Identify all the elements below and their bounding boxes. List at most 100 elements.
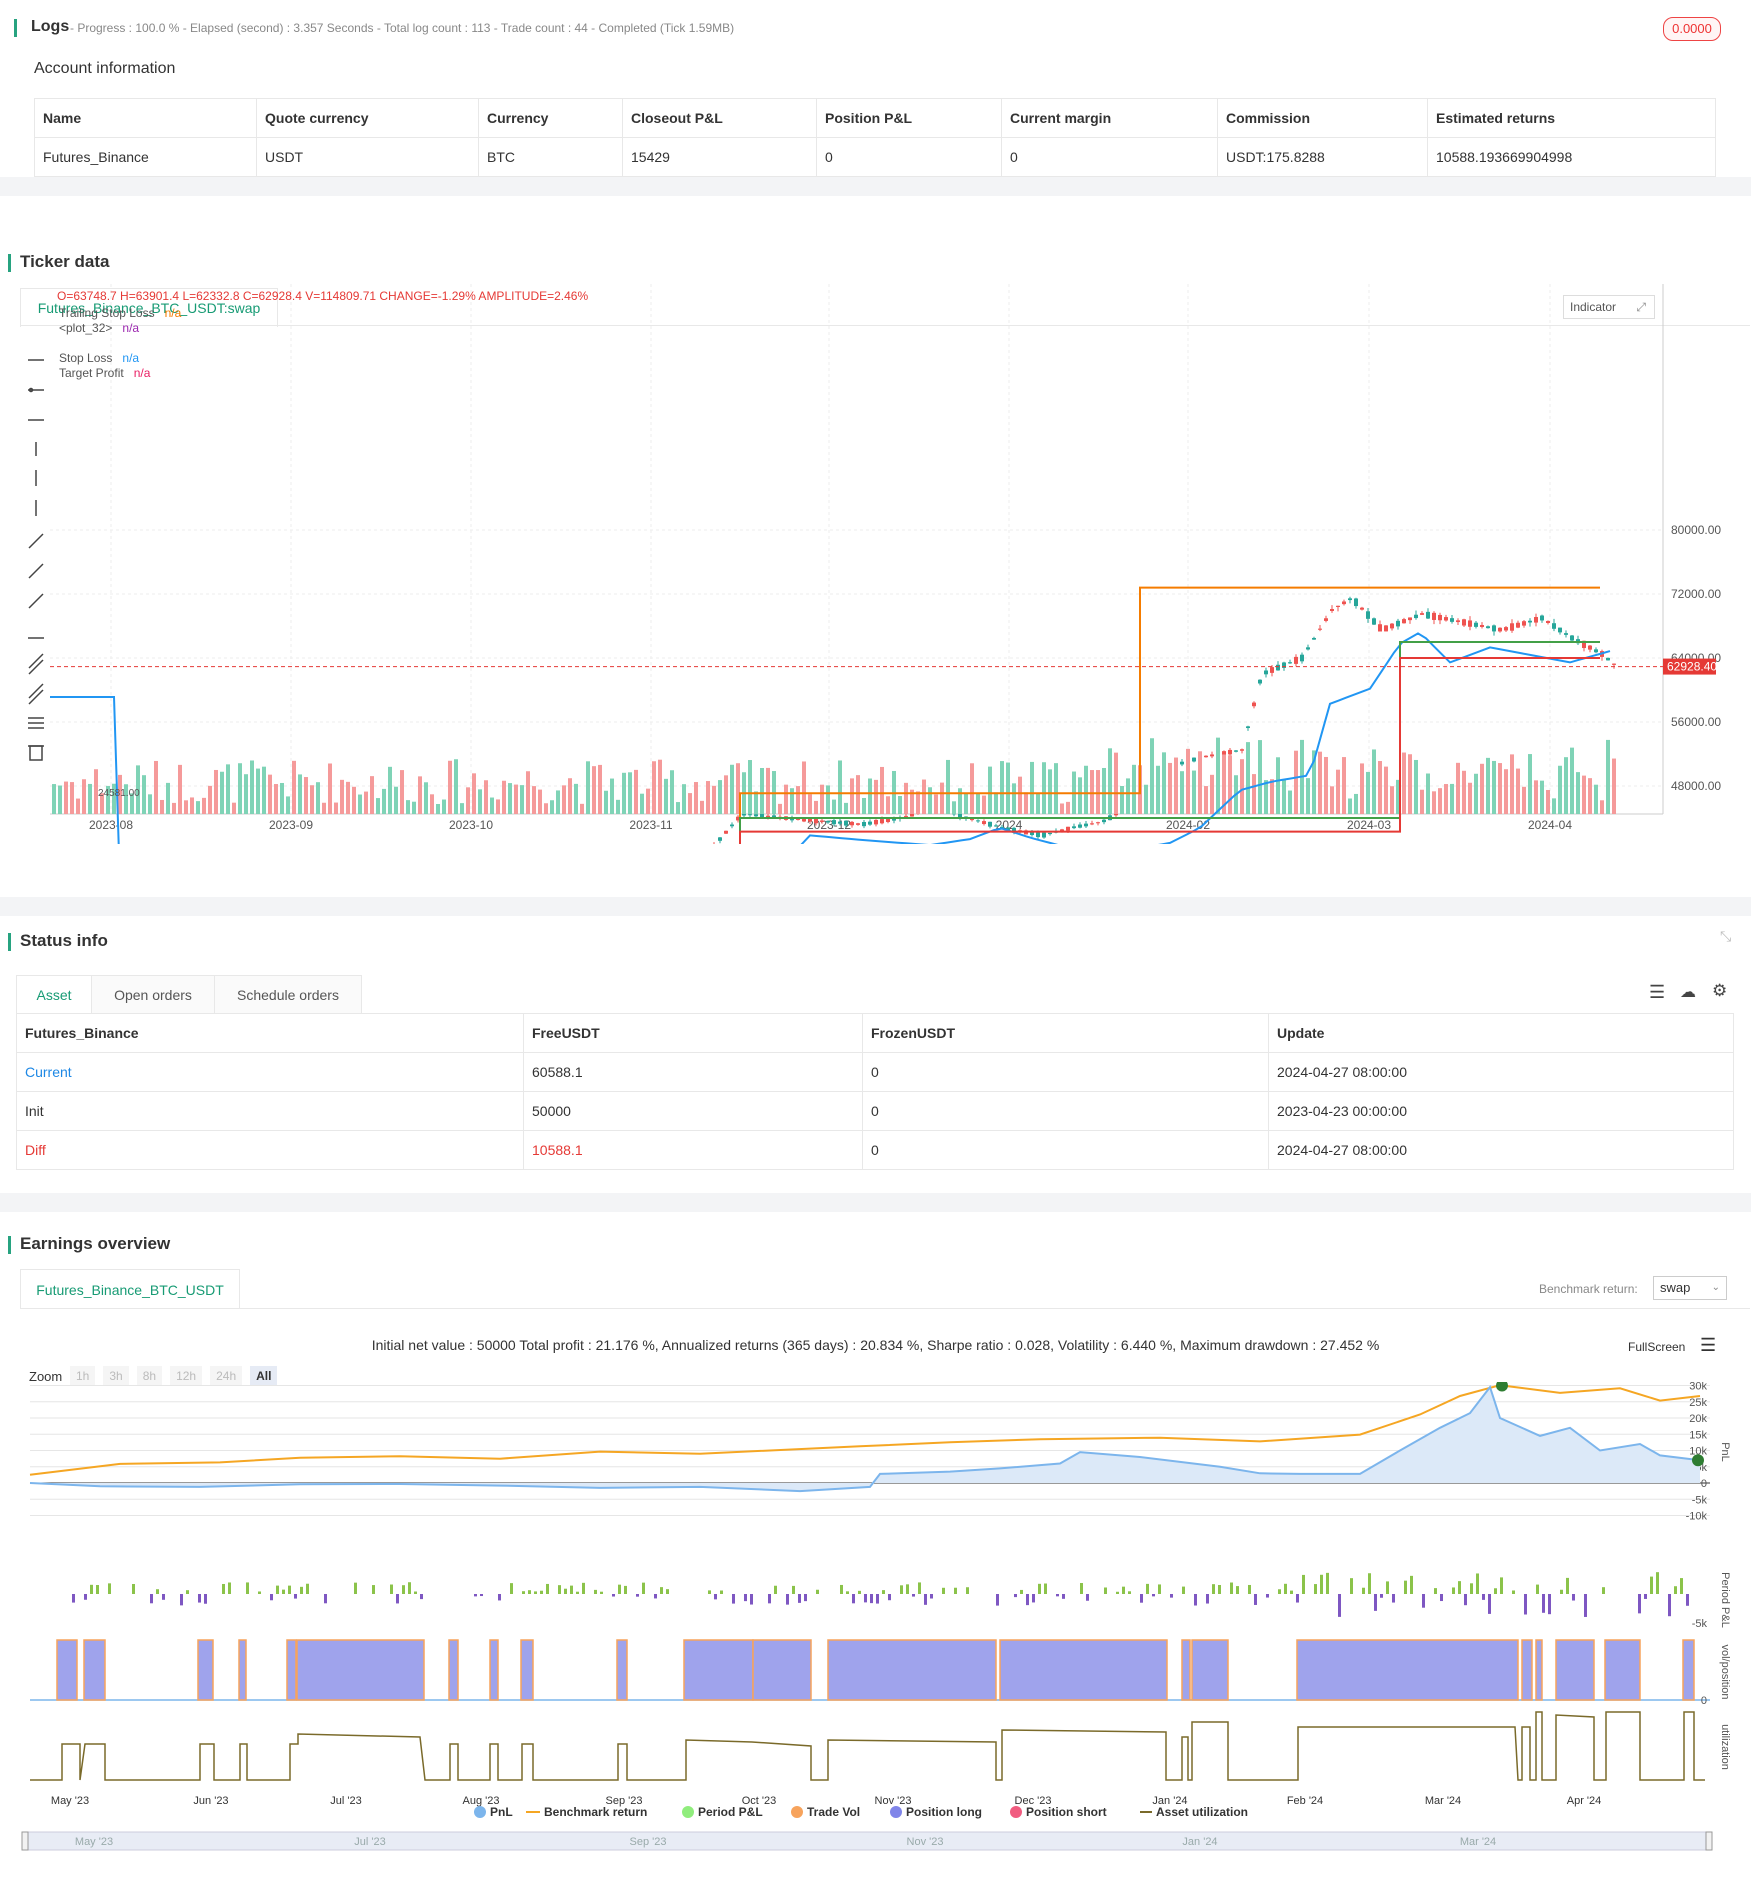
- period-bar: [798, 1594, 801, 1603]
- volume-bar: [778, 803, 782, 814]
- candle-body: [1498, 627, 1502, 632]
- period-bar: [222, 1583, 225, 1594]
- volume-bar: [928, 787, 932, 814]
- period-bar: [1194, 1594, 1197, 1606]
- period-bar: [1212, 1584, 1215, 1594]
- earnings-chart[interactable]: 35k30k25k20k15k10k5k0-5k-10k-5k0PnLPerio…: [0, 1382, 1751, 1891]
- candlestick-chart[interactable]: 80000.0072000.0064000.0056000.0048000.00…: [0, 284, 1751, 844]
- candle-body: [1540, 615, 1544, 621]
- volume-bar: [1534, 780, 1538, 814]
- period-bar: [1374, 1594, 1377, 1611]
- candle-body: [1336, 605, 1340, 608]
- volume-bar: [1120, 785, 1124, 814]
- chevron-down-icon: ⌄: [1711, 1282, 1720, 1293]
- period-bar: [1014, 1594, 1017, 1598]
- period-bar: [402, 1585, 405, 1594]
- volume-bar: [1498, 763, 1502, 814]
- period-bar: [204, 1594, 207, 1604]
- utilization-line: [30, 1711, 1705, 1781]
- volume-bar: [514, 784, 518, 814]
- tab-asset[interactable]: Asset: [16, 975, 92, 1014]
- volume-bar: [178, 764, 182, 814]
- volume-bar: [1174, 757, 1178, 814]
- volume-bar: [526, 771, 530, 814]
- period-bar: [414, 1591, 417, 1594]
- period-bar: [1560, 1589, 1563, 1594]
- volume-bar: [1276, 757, 1280, 814]
- period-bar: [156, 1589, 159, 1594]
- candle-body: [1528, 620, 1532, 623]
- pnl-tick-label: -10k: [1686, 1511, 1708, 1523]
- cloud-download-icon[interactable]: ☁: [1680, 982, 1696, 1002]
- tab-earnings-symbol[interactable]: Futures_Binance_BTC_USDT: [20, 1269, 240, 1309]
- period-bar: [1548, 1594, 1551, 1615]
- volume-bar: [1090, 770, 1094, 814]
- period-bar: [612, 1594, 615, 1597]
- volume-bar: [586, 761, 590, 814]
- legend-item: Asset utilization: [1156, 1805, 1248, 1819]
- menu-icon[interactable]: ☰: [1700, 1335, 1716, 1356]
- indicator-button[interactable]: Indicator ⤢: [1563, 295, 1655, 319]
- candle-body: [1270, 667, 1274, 673]
- period-bar: [708, 1590, 711, 1594]
- volume-bar: [478, 789, 482, 814]
- legend-trailing-stop: Trailing Stop Loss n/a: [59, 306, 182, 320]
- candle-body: [1480, 625, 1484, 627]
- period-bar: [1656, 1572, 1659, 1594]
- period-bar: [1494, 1588, 1497, 1594]
- period-bar: [966, 1587, 969, 1594]
- benchmark-select[interactable]: swap ⌄: [1653, 1276, 1727, 1300]
- asset-header: FreeUSDT: [523, 1013, 863, 1053]
- fullscreen-button[interactable]: FullScreen: [1628, 1340, 1685, 1354]
- period-bar: [1236, 1586, 1239, 1594]
- list-icon[interactable]: ☰: [1649, 982, 1665, 1003]
- legend-item: Trade Vol: [807, 1805, 860, 1819]
- volume-bar: [1504, 769, 1508, 814]
- period-bar: [474, 1594, 477, 1597]
- earnings-x-tick: Apr '24: [1567, 1795, 1602, 1807]
- volume-bar: [1450, 783, 1454, 814]
- period-bar: [420, 1594, 423, 1600]
- candle-body: [1276, 664, 1280, 671]
- candle-body: [1516, 622, 1520, 628]
- candle-body: [1450, 618, 1454, 622]
- asset-header: FrozenUSDT: [862, 1013, 1269, 1053]
- period-bar: [720, 1590, 723, 1594]
- candle-body: [1552, 623, 1556, 629]
- volume-bar: [1588, 778, 1592, 814]
- volume-bar: [658, 759, 662, 814]
- tab-open-orders[interactable]: Open orders: [91, 975, 215, 1015]
- volume-bar: [520, 785, 524, 814]
- position-long-block: [520, 1639, 534, 1701]
- candle-body: [976, 820, 980, 822]
- period-bar: [924, 1594, 927, 1605]
- candle-body: [1240, 749, 1244, 751]
- volume-bar: [352, 786, 356, 814]
- navigator-tick: Nov '23: [907, 1836, 944, 1848]
- candle-body: [1408, 617, 1412, 621]
- volume-bar: [160, 799, 164, 814]
- period-bar: [1440, 1594, 1443, 1602]
- candle-body: [904, 815, 908, 817]
- volume-bar: [622, 772, 626, 814]
- period-bar: [1296, 1594, 1299, 1603]
- period-bar: [408, 1582, 411, 1594]
- period-bar: [1482, 1594, 1485, 1600]
- volume-bar: [628, 772, 632, 814]
- period-bar: [1062, 1594, 1065, 1599]
- volume-bar: [214, 769, 218, 814]
- tab-schedule-orders[interactable]: Schedule orders: [214, 975, 362, 1015]
- legend-item: Position long: [906, 1805, 982, 1819]
- earnings-panel: Earnings overview Futures_Binance_BTC_US…: [0, 1212, 1751, 1891]
- navigator-tick: Jul '23: [354, 1836, 385, 1848]
- volume-bar: [148, 794, 152, 814]
- profit-badge: 0.0000: [1663, 17, 1721, 41]
- volume-bar: [388, 766, 392, 814]
- collapse-icon[interactable]: ⤡: [1720, 928, 1731, 945]
- settings-icon[interactable]: ⚙: [1712, 981, 1727, 1001]
- volume-bar: [1384, 766, 1388, 814]
- period-bar: [150, 1594, 153, 1604]
- volume-bar: [424, 782, 428, 814]
- position-long-block: [56, 1639, 78, 1701]
- volume-bar: [502, 780, 506, 814]
